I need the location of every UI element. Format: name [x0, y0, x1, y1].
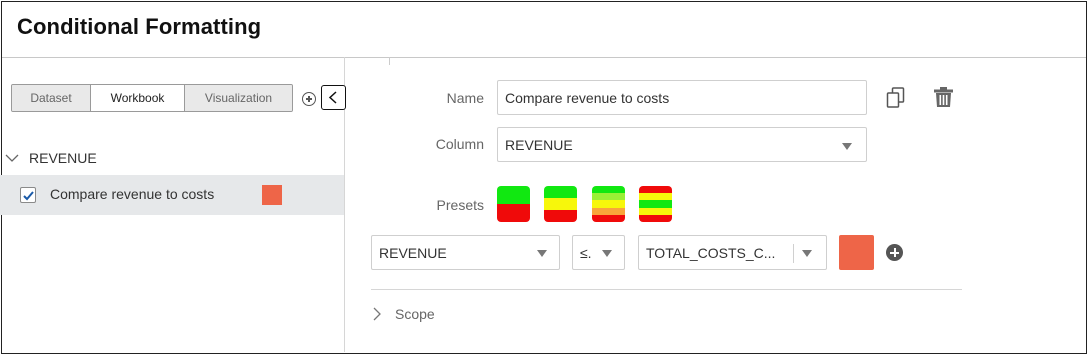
preset-color-band [544, 198, 577, 210]
plus-circle-icon[interactable] [302, 92, 316, 106]
tab-visualization[interactable]: Visualization [185, 85, 292, 111]
preset-color-band [639, 207, 672, 215]
chevron-down-icon [5, 154, 19, 162]
copy-icon[interactable] [886, 87, 906, 114]
dialog-header: Conditional Formatting [2, 2, 1086, 58]
tab-workbook[interactable]: Workbook [91, 85, 185, 111]
tab-dataset[interactable]: Dataset [12, 85, 91, 111]
condition-color-swatch[interactable] [839, 235, 874, 270]
scope-section-toggle[interactable]: Scope [373, 304, 435, 324]
rules-panel: Dataset Workbook Visualization REVENUE C… [0, 57, 346, 352]
preset-color-band [639, 186, 672, 194]
column-select[interactable]: REVENUE [497, 127, 867, 162]
preset-green-yellow-red[interactable] [544, 186, 577, 222]
preset-color-band [639, 214, 672, 222]
scope-tab-group: Dataset Workbook Visualization [11, 84, 293, 112]
condition-column-select[interactable]: REVENUE [371, 235, 560, 270]
scope-label: Scope [395, 306, 435, 322]
column-select-value: REVENUE [505, 136, 573, 153]
trash-icon[interactable] [933, 86, 954, 113]
chevron-down-icon [802, 250, 812, 257]
rule-item[interactable]: Compare revenue to costs [0, 175, 344, 215]
chevron-down-icon [842, 143, 852, 150]
chevron-down-icon [537, 250, 547, 257]
preset-five-band-red-green-red[interactable] [639, 186, 672, 222]
preset-color-band [497, 204, 530, 222]
preset-color-band [592, 186, 625, 194]
preset-color-band [592, 207, 625, 215]
operator-select[interactable]: ≤. [572, 235, 625, 270]
preset-color-band [639, 193, 672, 201]
name-input[interactable] [497, 80, 867, 115]
preset-color-band [592, 214, 625, 222]
rule-group-revenue[interactable]: REVENUE [5, 147, 97, 169]
preset-five-band-green-red[interactable] [592, 186, 625, 222]
rule-enabled-checkbox[interactable] [20, 187, 36, 203]
preset-green-red[interactable] [497, 186, 530, 222]
chevron-down-icon [602, 250, 612, 257]
preset-color-band [544, 186, 577, 198]
rule-color-swatch [262, 185, 282, 205]
preset-color-band [544, 210, 577, 222]
condition-column-value: REVENUE [379, 244, 447, 261]
name-label: Name [446, 90, 484, 106]
chevron-left-icon [328, 91, 337, 104]
preset-color-band [592, 200, 625, 208]
chevron-right-icon [373, 307, 381, 321]
compare-to-value: TOTAL_COSTS_C... [646, 244, 776, 261]
dialog-title: Conditional Formatting [17, 14, 262, 39]
select-divider [793, 244, 794, 263]
section-divider [371, 289, 962, 290]
presets-label: Presets [436, 197, 484, 213]
collapse-panel-button[interactable] [321, 85, 346, 110]
preset-color-band [639, 200, 672, 208]
plus-circle-filled-icon[interactable] [886, 244, 903, 261]
column-label: Column [435, 136, 484, 152]
preset-color-band [497, 186, 530, 204]
check-icon [23, 191, 34, 201]
rule-item-label: Compare revenue to costs [50, 186, 215, 202]
rule-group-label: REVENUE [29, 150, 97, 166]
operator-value: ≤. [580, 244, 592, 261]
preset-color-band [592, 193, 625, 201]
compare-to-select[interactable]: TOTAL_COSTS_C... [638, 235, 827, 270]
